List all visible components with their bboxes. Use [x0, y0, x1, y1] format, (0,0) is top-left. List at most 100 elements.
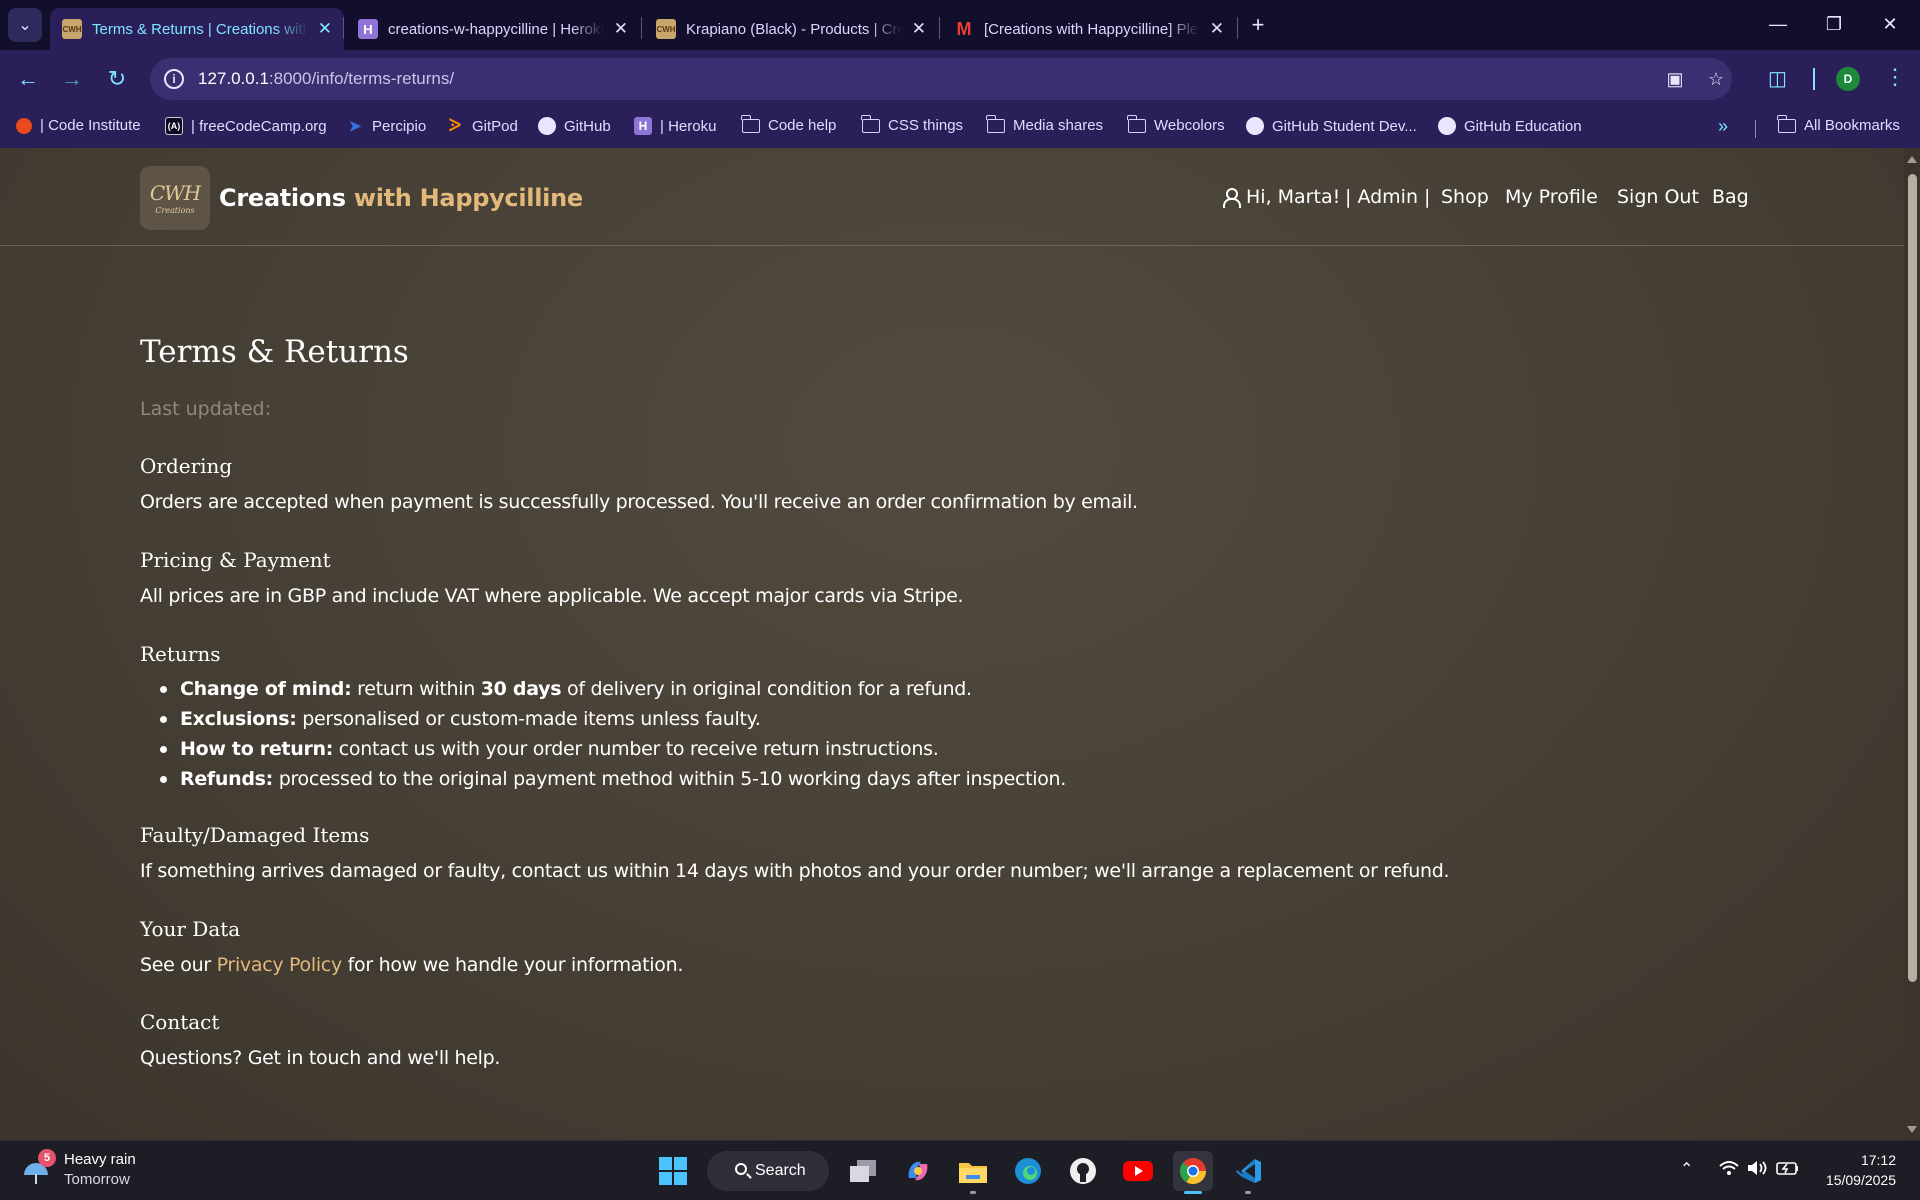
new-tab-button[interactable]: + [1245, 12, 1271, 38]
bookmark-percipio[interactable]: ➤ Percipio [346, 117, 427, 136]
minimize-button[interactable]: — [1750, 0, 1806, 48]
logo-monogram: CWH [149, 181, 201, 205]
card-icon[interactable]: ▣ [1664, 68, 1686, 90]
more-bookmarks-icon[interactable]: » [1718, 116, 1728, 137]
page-scrollbar[interactable] [1904, 148, 1920, 1140]
cwh-favicon-icon: CWH [62, 19, 82, 39]
tab-divider [641, 17, 642, 39]
restore-button[interactable]: ❐ [1806, 0, 1862, 48]
battery-icon[interactable] [1776, 1159, 1800, 1182]
search-icon [735, 1163, 747, 1175]
bookmark-code-institute[interactable]: | Code Institute [16, 117, 141, 134]
github-app-icon [1070, 1158, 1096, 1184]
start-button[interactable] [653, 1151, 693, 1191]
tab-search-button[interactable]: ⌄ [8, 8, 42, 42]
tray-chevron-icon[interactable]: ⌃ [1680, 1159, 1693, 1179]
toolbar-divider [1813, 68, 1815, 90]
item-emphasis: 30 days [480, 678, 562, 700]
bookmark-folder-code-help[interactable]: Code help [741, 114, 836, 134]
wifi-icon[interactable] [1718, 1159, 1740, 1182]
close-tab-icon[interactable]: ✕ [318, 19, 332, 39]
percipio-icon: ➤ [348, 118, 362, 135]
close-tab-icon[interactable]: ✕ [1210, 19, 1224, 39]
folder-icon [1777, 114, 1796, 133]
bookmark-folder-media-shares[interactable]: Media shares [986, 114, 1103, 134]
volume-icon[interactable] [1746, 1159, 1770, 1182]
nav-greeting[interactable]: Hi, Marta! [1222, 186, 1340, 208]
github-desktop-button[interactable] [1063, 1151, 1103, 1191]
edge-button[interactable] [1008, 1151, 1048, 1191]
nav-my-profile-link[interactable]: My Profile [1505, 186, 1598, 208]
search-label: Search [755, 1162, 806, 1179]
bookmark-star-icon[interactable]: ☆ [1705, 68, 1727, 90]
active-indicator [1184, 1191, 1202, 1194]
brand-main: Creations [219, 184, 346, 212]
nav-admin-link[interactable]: | Admin | [1345, 186, 1430, 208]
your-data-text: See our Privacy Policy for how we handle… [140, 954, 683, 976]
tab-divider [939, 17, 940, 39]
item-text: personalised or custom-made items unless… [296, 708, 761, 730]
back-button[interactable]: ← [12, 63, 44, 95]
task-view-button[interactable] [843, 1151, 883, 1191]
nav-greeting-label: Hi, Marta! [1246, 186, 1341, 208]
bookmark-heroku[interactable]: H | Heroku [634, 117, 716, 135]
weather-widget[interactable]: 5 Heavy rain Tomorrow [22, 1149, 182, 1193]
site-logo[interactable]: CWH Creations [140, 166, 210, 230]
heroku-favicon-icon: H [358, 19, 378, 39]
youtube-button[interactable] [1118, 1151, 1158, 1191]
site-brand-name[interactable]: Creations with Happycilline [219, 184, 583, 212]
faulty-text: If something arrives damaged or faulty, … [140, 860, 1450, 882]
wifi-glyph [1719, 1161, 1739, 1175]
close-tab-icon[interactable]: ✕ [614, 19, 628, 39]
brand-accent: with Happycilline [345, 184, 583, 212]
nav-shop-link[interactable]: Shop [1441, 186, 1489, 208]
profile-avatar[interactable]: D [1836, 67, 1860, 91]
list-item: Change of mind: return within 30 days of… [140, 674, 1066, 704]
url-host: 127.0.0.1 [198, 69, 269, 88]
browser-menu-icon[interactable]: ⋮ [1884, 64, 1906, 90]
close-window-button[interactable]: ✕ [1862, 0, 1918, 48]
taskbar-search[interactable]: Search [707, 1151, 829, 1191]
system-clock[interactable]: 17:12 15/09/2025 [1800, 1150, 1896, 1190]
pricing-text: All prices are in GBP and include VAT wh… [140, 585, 964, 607]
bookmark-github[interactable]: GitHub [538, 117, 611, 135]
folder-app-icon [959, 1163, 987, 1183]
scroll-up-icon[interactable] [1907, 156, 1917, 163]
reload-button[interactable]: ↻ [101, 63, 133, 95]
bookmark-github-student[interactable]: GitHub Student Dev... [1246, 117, 1417, 135]
bookmark-label: Percipio [372, 117, 427, 135]
close-tab-icon[interactable]: ✕ [912, 19, 926, 39]
copilot-icon [908, 1161, 928, 1181]
youtube-icon [1123, 1161, 1153, 1181]
scrollbar-thumb[interactable] [1908, 174, 1917, 982]
tab-gmail[interactable]: M [Creations with Happycilline] Please C… [942, 8, 1236, 50]
copilot-button[interactable] [898, 1151, 938, 1191]
contact-text: Questions? Get in touch and we'll help. [140, 1047, 501, 1069]
url-path: :8000/info/terms-returns/ [268, 69, 455, 88]
nav-sign-out-link[interactable]: Sign Out [1617, 186, 1699, 208]
tab-title: [Creations with Happycilline] Please Con… [984, 20, 1200, 38]
bookmark-freecodecamp[interactable]: (A) | freeCodeCamp.org [165, 117, 327, 135]
file-explorer-button[interactable] [953, 1151, 993, 1191]
bookmark-github-education[interactable]: GitHub Education [1438, 117, 1582, 135]
data-text-after: for how we handle your information. [341, 954, 684, 976]
extensions-icon[interactable]: ◫ [1768, 66, 1787, 91]
tab-terms-returns[interactable]: CWH Terms & Returns | Creations with Hap… [50, 8, 344, 50]
heroku-icon: H [634, 117, 652, 135]
nav-bag-link[interactable]: Bag [1712, 186, 1749, 208]
tab-krapiano-product[interactable]: CWH Krapiano (Black) - Products | Creati… [644, 8, 938, 50]
forward-button[interactable]: → [56, 63, 88, 95]
bookmark-label: | freeCodeCamp.org [191, 117, 327, 135]
vscode-button[interactable] [1228, 1151, 1268, 1191]
address-bar[interactable]: i 127.0.0.1:8000/info/terms-returns/ ▣ ☆ [150, 58, 1732, 100]
bookmark-gitpod[interactable]: ᐷ GitPod [446, 116, 518, 135]
chrome-icon [1179, 1158, 1207, 1185]
all-bookmarks-button[interactable]: All Bookmarks [1777, 114, 1900, 134]
bookmark-folder-css-things[interactable]: CSS things [861, 114, 963, 134]
site-info-icon[interactable]: i [164, 69, 184, 89]
chrome-button[interactable] [1173, 1151, 1213, 1191]
scroll-down-icon[interactable] [1907, 1126, 1917, 1133]
privacy-policy-link[interactable]: Privacy Policy [217, 954, 343, 976]
tab-heroku[interactable]: H creations-w-happycilline | Heroku ✕ [346, 8, 640, 50]
bookmark-folder-webcolors[interactable]: Webcolors [1127, 114, 1225, 134]
